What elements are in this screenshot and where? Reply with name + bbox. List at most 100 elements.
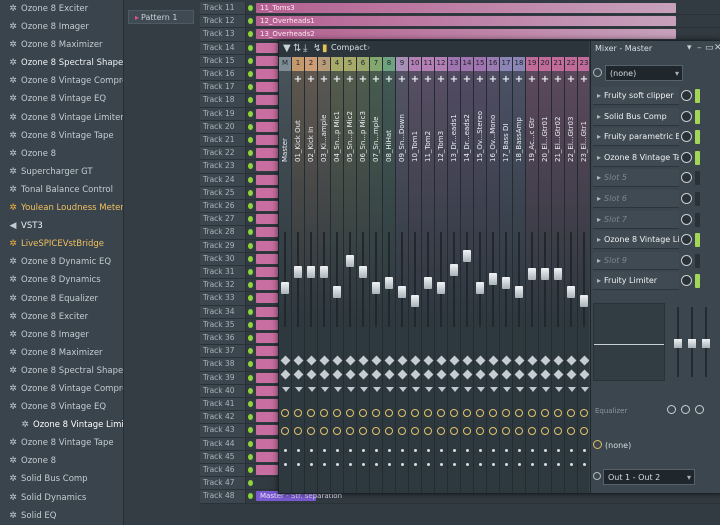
stereo-diamond-icon[interactable] — [579, 369, 589, 380]
pan-knob[interactable] — [502, 409, 510, 417]
route-add-icon[interactable]: + — [448, 74, 460, 85]
pan-knob[interactable] — [580, 427, 588, 435]
route-dot-icon[interactable] — [427, 463, 430, 466]
volume-fader[interactable] — [580, 295, 588, 307]
arrow-down-icon[interactable] — [295, 387, 303, 392]
route-dot-icon[interactable] — [414, 463, 417, 466]
eq-fader-mid[interactable] — [688, 339, 696, 348]
pan-knob[interactable] — [385, 427, 393, 435]
browser-item[interactable]: ✲ Ozone 8 Dynamics — [0, 271, 123, 289]
stereo-diamond-icon[interactable] — [475, 369, 486, 380]
browser-item[interactable]: ✲ Ozone 8 Exciter — [0, 0, 123, 18]
route-dot-icon[interactable] — [297, 449, 300, 452]
arrow-down-icon[interactable] — [360, 387, 368, 392]
effect-slot[interactable]: ▸ Slot 7 — [593, 210, 679, 229]
route-dot-icon[interactable] — [557, 449, 560, 452]
track-mute-led[interactable] — [248, 97, 253, 104]
pan-knob[interactable] — [281, 427, 289, 435]
track-name[interactable]: Track 48 — [200, 490, 246, 503]
stereo-diamond-icon[interactable] — [566, 355, 577, 366]
route-dot-icon[interactable] — [557, 463, 560, 466]
browser-item[interactable]: ✲ LiveSPICEVstBridge — [0, 235, 123, 253]
browser-item[interactable]: ✲ Solid EQ — [0, 507, 123, 525]
track-mute-led[interactable] — [248, 242, 253, 249]
arrow-down-icon[interactable] — [373, 387, 381, 392]
effect-slot[interactable]: ▸ Slot 6 — [593, 190, 679, 208]
output-knob[interactable] — [593, 472, 601, 480]
browser-item[interactable]: ✲ Ozone 8 Vintage Compressor — [0, 380, 123, 398]
track-name[interactable]: Track 37 — [200, 345, 246, 358]
track-mute-led[interactable] — [248, 5, 253, 11]
route-dot-icon[interactable] — [531, 463, 534, 466]
pan-knob[interactable] — [307, 427, 315, 435]
route-dot-icon[interactable] — [570, 449, 573, 452]
mixer-strip[interactable]: 23 +23_El...Gtr1 — [578, 57, 589, 493]
layout-mode-label[interactable]: Compact — [331, 43, 367, 52]
browser-item[interactable]: ✲ Ozone 8 Exciter — [0, 308, 123, 326]
route-dot-icon[interactable] — [336, 449, 339, 452]
stereo-diamond-icon[interactable] — [293, 355, 304, 366]
browser-item[interactable]: ✲ Ozone 8 — [0, 145, 123, 163]
pan-knob[interactable] — [385, 409, 393, 417]
stereo-diamond-icon[interactable] — [423, 355, 434, 366]
stereo-diamond-icon[interactable] — [371, 355, 382, 366]
route-dot-icon[interactable] — [310, 463, 313, 466]
pan-knob[interactable] — [450, 427, 458, 435]
volume-fader[interactable] — [554, 268, 562, 280]
pan-knob[interactable] — [554, 409, 562, 417]
mixer-strip[interactable]: 8 +08_HiHat — [383, 57, 396, 493]
route-dot-icon[interactable] — [492, 463, 495, 466]
stereo-diamond-icon[interactable] — [514, 369, 525, 380]
pan-knob[interactable] — [346, 427, 354, 435]
stereo-diamond-icon[interactable] — [306, 369, 317, 380]
track-name[interactable]: Track 33 — [200, 292, 246, 305]
effect-slot[interactable]: ▸Fruity parametric EQ 2 — [593, 128, 679, 147]
audio-clip[interactable] — [256, 306, 278, 317]
stereo-diamond-icon[interactable] — [501, 355, 512, 366]
track-name[interactable]: Track 19 — [200, 107, 246, 120]
audio-clip[interactable] — [256, 82, 278, 93]
track-name[interactable]: Track 16 — [200, 68, 246, 81]
route-dot-icon[interactable] — [453, 449, 456, 452]
audio-clip[interactable] — [256, 29, 676, 40]
track-name[interactable]: Track 29 — [200, 239, 246, 252]
track-name[interactable]: Track 30 — [200, 252, 246, 265]
pan-knob[interactable] — [502, 427, 510, 435]
arrow-down-icon[interactable] — [282, 387, 290, 392]
mixer-strip[interactable]: 11 +11_Tom2 — [422, 57, 435, 493]
track-name[interactable]: Track 40 — [200, 384, 246, 397]
eq-knob-low[interactable] — [667, 405, 676, 414]
route-add-icon[interactable]: + — [344, 74, 356, 85]
volume-fader[interactable] — [567, 286, 575, 298]
pan-knob[interactable] — [359, 409, 367, 417]
volume-fader[interactable] — [398, 286, 406, 298]
track-name[interactable]: Track 27 — [200, 213, 246, 226]
route-dot-icon[interactable] — [505, 463, 508, 466]
slot-enable-switch[interactable] — [695, 171, 700, 186]
track-mute-led[interactable] — [248, 295, 253, 302]
track-mute-led[interactable] — [248, 216, 253, 223]
audio-clip[interactable] — [256, 121, 278, 132]
mixer-strip[interactable]: 1 +01_Kick Out — [292, 57, 305, 493]
browser-item[interactable]: ✲ Supercharger GT — [0, 163, 123, 181]
browser-item[interactable]: ✲ Youlean Loudness Meter 2 — [0, 199, 123, 217]
pan-knob[interactable] — [489, 427, 497, 435]
route-dot-icon[interactable] — [375, 463, 378, 466]
browser-item[interactable]: ✲ Tonal Balance Control — [0, 181, 123, 199]
audio-clip[interactable] — [256, 227, 278, 238]
browser-item[interactable]: ✲ Solid Dynamics — [0, 489, 123, 507]
arrow-down-icon[interactable] — [451, 387, 459, 392]
track-name[interactable]: Track 22 — [200, 147, 246, 160]
eq-knob-mid[interactable] — [681, 405, 690, 414]
browser-item[interactable]: ✲ Ozone 8 Vintage Tape — [0, 434, 123, 452]
mixer-strip[interactable]: 16 +16_Ov...Mono — [487, 57, 500, 493]
slot-mix-knob[interactable] — [681, 193, 692, 204]
input-select[interactable]: (none) ▾ — [605, 65, 683, 81]
route-dot-icon[interactable] — [323, 463, 326, 466]
route-dot-icon[interactable] — [505, 449, 508, 452]
track-mute-led[interactable] — [248, 57, 253, 64]
audio-clip[interactable] — [256, 425, 278, 436]
stereo-diamond-icon[interactable] — [579, 355, 589, 366]
route-dot-icon[interactable] — [362, 449, 365, 452]
browser-item[interactable]: ✲ Ozone 8 Vintage Tape — [0, 127, 123, 145]
